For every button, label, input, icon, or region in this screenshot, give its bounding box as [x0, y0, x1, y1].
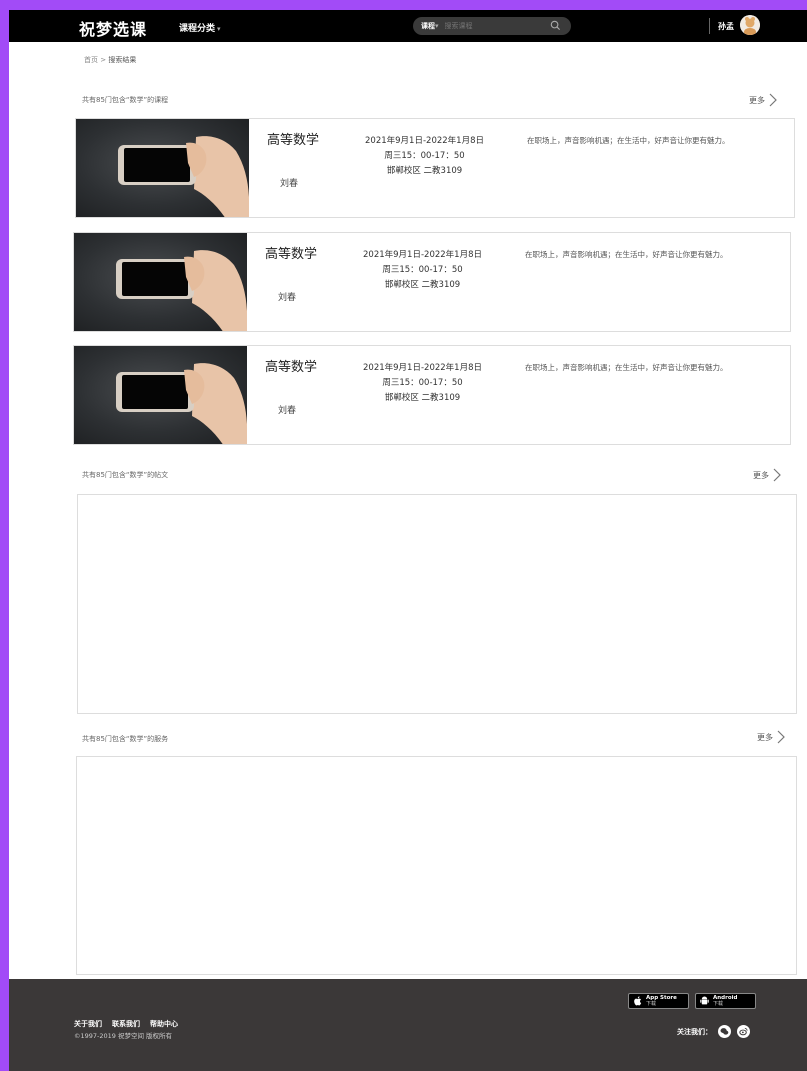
search-input[interactable] [444, 22, 537, 30]
breadcrumb: 首页 > 搜索结果 [84, 55, 136, 65]
chevron-right-icon [773, 468, 781, 482]
course-location: 邯郸校区 二教3109 [384, 280, 461, 290]
android-download-button[interactable]: Android 下载 [695, 993, 756, 1009]
site-logo[interactable]: 祝梦选课 [79, 16, 147, 40]
course-teacher: 刘春 [278, 406, 297, 416]
footer-link-contact[interactable]: 联系我们 [112, 1019, 140, 1029]
courses-more-link[interactable]: 更多 [749, 93, 777, 107]
footer-link-help[interactable]: 帮助中心 [150, 1019, 178, 1029]
courses-section-heading: 共有85门包含“数学”的课程 [82, 96, 169, 104]
course-location: 邯郸校区 二教3109 [384, 393, 461, 403]
course-card[interactable]: 高等数学 刘春 2021年9月1日-2022年1月8日 周三15：00-17：5… [73, 232, 791, 332]
chevron-right-icon [769, 93, 777, 107]
papers-more-link[interactable]: 更多 [753, 468, 781, 482]
android-text: Android 下载 [713, 995, 737, 1007]
footer-copyright: ©1997-2019 祝梦空间 版权所有 [74, 1032, 173, 1040]
course-title[interactable]: 高等数学 [265, 243, 317, 262]
site-footer: 关于我们 联系我们 帮助中心 ©1997-2019 祝梦空间 版权所有 App … [9, 979, 807, 1071]
course-dates: 2021年9月1日-2022年1月8日 [363, 250, 482, 260]
category-menu[interactable]: 课程分类 ▾ [179, 21, 221, 34]
course-dates: 2021年9月1日-2022年1月8日 [365, 136, 484, 146]
header-divider [709, 18, 710, 34]
course-title[interactable]: 高等数学 [265, 356, 317, 375]
course-schedule: 2021年9月1日-2022年1月8日 周三15：00-17：50 邯郸校区 二… [352, 134, 497, 179]
papers-section-heading: 共有85门包含“数学”的帖文 [82, 471, 169, 479]
services-more-link[interactable]: 更多 [757, 730, 785, 744]
course-teacher: 刘春 [278, 293, 297, 303]
apple-icon [634, 996, 642, 1006]
chevron-down-icon: ▾ [217, 25, 221, 33]
phone-in-hand-image [118, 136, 249, 217]
course-schedule: 2021年9月1日-2022年1月8日 周三15：00-17：50 邯郸校区 二… [350, 248, 495, 293]
appstore-text: App Store 下载 [646, 995, 677, 1007]
course-location: 邯郸校区 二教3109 [386, 166, 463, 176]
search-type-select[interactable]: 课程▾ [421, 21, 439, 31]
course-description: 在职场上，声音影响机遇；在生活中，好声音让你更有魅力。 [525, 250, 728, 259]
more-label: 更多 [757, 732, 773, 742]
footer-link-about[interactable]: 关于我们 [74, 1019, 102, 1029]
course-schedule: 2021年9月1日-2022年1月8日 周三15：00-17：50 邯郸校区 二… [350, 361, 495, 406]
course-thumbnail [74, 346, 247, 444]
breadcrumb-current: 搜索结果 [108, 56, 137, 64]
appstore-download-button[interactable]: App Store 下载 [628, 993, 689, 1009]
footer-links: 关于我们 联系我们 帮助中心 [74, 1019, 178, 1029]
wechat-icon[interactable] [718, 1025, 731, 1038]
search-bar: 课程▾ [413, 17, 571, 35]
course-description: 在职场上，声音影响机遇；在生活中，好声音让你更有魅力。 [525, 363, 728, 372]
search-type-label: 课程 [421, 22, 435, 30]
top-navbar: 祝梦选课 课程分类▾ 课程▾ 孙孟 [9, 10, 807, 42]
course-time: 周三15：00-17：50 [382, 265, 463, 275]
services-section-heading: 共有85门包含“数学”的服务 [82, 735, 169, 743]
breadcrumb-separator: > [100, 56, 107, 64]
course-time: 周三15：00-17：50 [384, 151, 465, 161]
android-icon [700, 996, 709, 1005]
chevron-down-icon: ▾ [435, 22, 439, 30]
more-label: 更多 [749, 95, 765, 105]
papers-results-panel [77, 494, 797, 714]
follow-us: 关注我们： [677, 1025, 750, 1038]
course-teacher: 刘春 [280, 179, 299, 189]
search-icon[interactable] [550, 20, 561, 31]
course-card[interactable]: 高等数学 刘春 2021年9月1日-2022年1月8日 周三15：00-17：5… [73, 345, 791, 445]
category-menu-label: 课程分类 [179, 24, 216, 34]
weibo-icon[interactable] [737, 1025, 750, 1038]
course-time: 周三15：00-17：50 [382, 378, 463, 388]
chevron-right-icon [777, 730, 785, 744]
avatar[interactable] [740, 15, 760, 35]
course-title[interactable]: 高等数学 [267, 129, 319, 148]
course-card[interactable]: 高等数学 刘春 2021年9月1日-2022年1月8日 周三15：00-17：5… [75, 118, 795, 218]
android-download-label: 下载 [713, 1001, 724, 1007]
course-thumbnail [76, 119, 249, 217]
more-label: 更多 [753, 470, 769, 480]
page-frame: 祝梦选课 课程分类▾ 课程▾ 孙孟 首页 [9, 10, 807, 1071]
avatar-image [740, 15, 760, 35]
phone-in-hand-image [116, 363, 247, 444]
phone-in-hand-image [116, 250, 247, 331]
breadcrumb-home[interactable]: 首页 [84, 56, 98, 64]
course-dates: 2021年9月1日-2022年1月8日 [363, 363, 482, 373]
course-description: 在职场上，声音影响机遇；在生活中，好声音让你更有魅力。 [527, 136, 730, 145]
course-thumbnail [74, 233, 247, 331]
follow-label: 关注我们： [677, 1027, 712, 1036]
username[interactable]: 孙孟 [718, 21, 734, 32]
appstore-download-label: 下载 [646, 1001, 657, 1007]
services-results-panel [76, 756, 797, 975]
